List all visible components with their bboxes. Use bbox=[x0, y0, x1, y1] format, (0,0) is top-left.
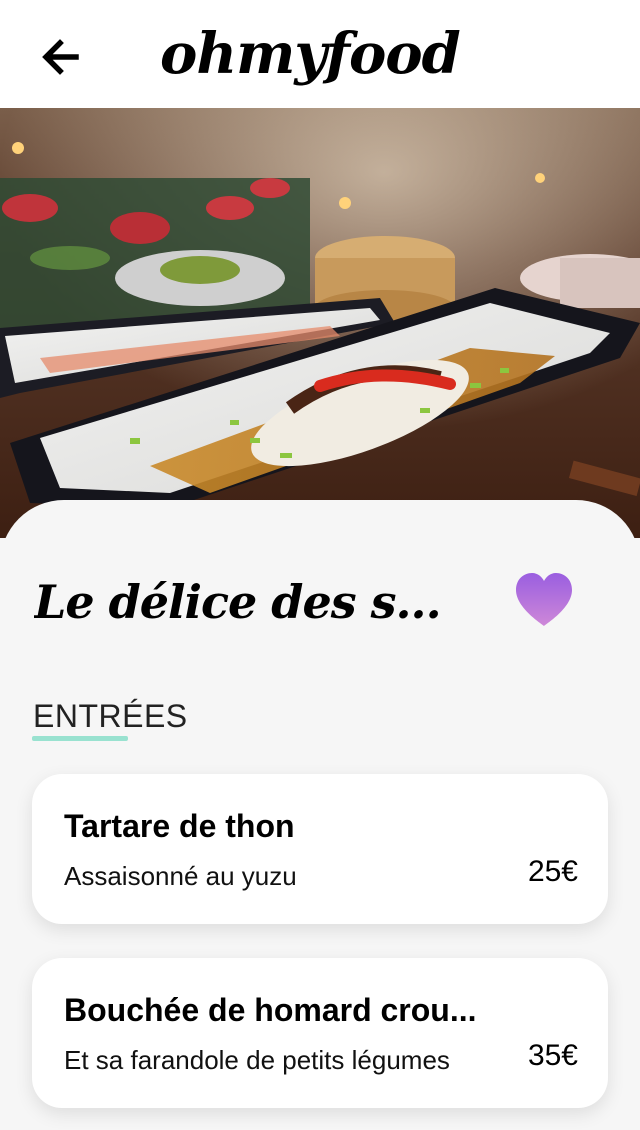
dish-name: Bouchée de homard crou... bbox=[64, 992, 477, 1028]
restaurant-title: Le délice des s... bbox=[34, 575, 442, 629]
heart-icon bbox=[516, 573, 572, 626]
back-button[interactable] bbox=[38, 34, 84, 80]
restaurant-hero-image bbox=[0, 108, 640, 538]
restaurant-menu-panel: Le délice des s... ENTRÉES Tartare de th… bbox=[0, 500, 640, 1130]
arrow-left-icon bbox=[42, 39, 79, 75]
section-underline bbox=[32, 736, 128, 741]
dish-card[interactable]: Tartare de thon Assaisonné au yuzu 25€ bbox=[32, 774, 608, 924]
dish-price: 25€ bbox=[527, 855, 578, 888]
dish-card[interactable]: Bouchée de homard crou... Et sa farandol… bbox=[32, 958, 608, 1108]
app-logo[interactable]: ohmyfood bbox=[160, 14, 490, 94]
dish-description: Et sa farandole de petits légumes bbox=[64, 1045, 450, 1075]
app-header: ohmyfood bbox=[0, 0, 640, 108]
section-title-entrees: ENTRÉES bbox=[33, 698, 188, 734]
like-button[interactable] bbox=[512, 570, 576, 630]
dish-price: 35€ bbox=[527, 1039, 578, 1072]
dish-description: Assaisonné au yuzu bbox=[64, 861, 297, 891]
dish-name: Tartare de thon bbox=[64, 808, 295, 844]
